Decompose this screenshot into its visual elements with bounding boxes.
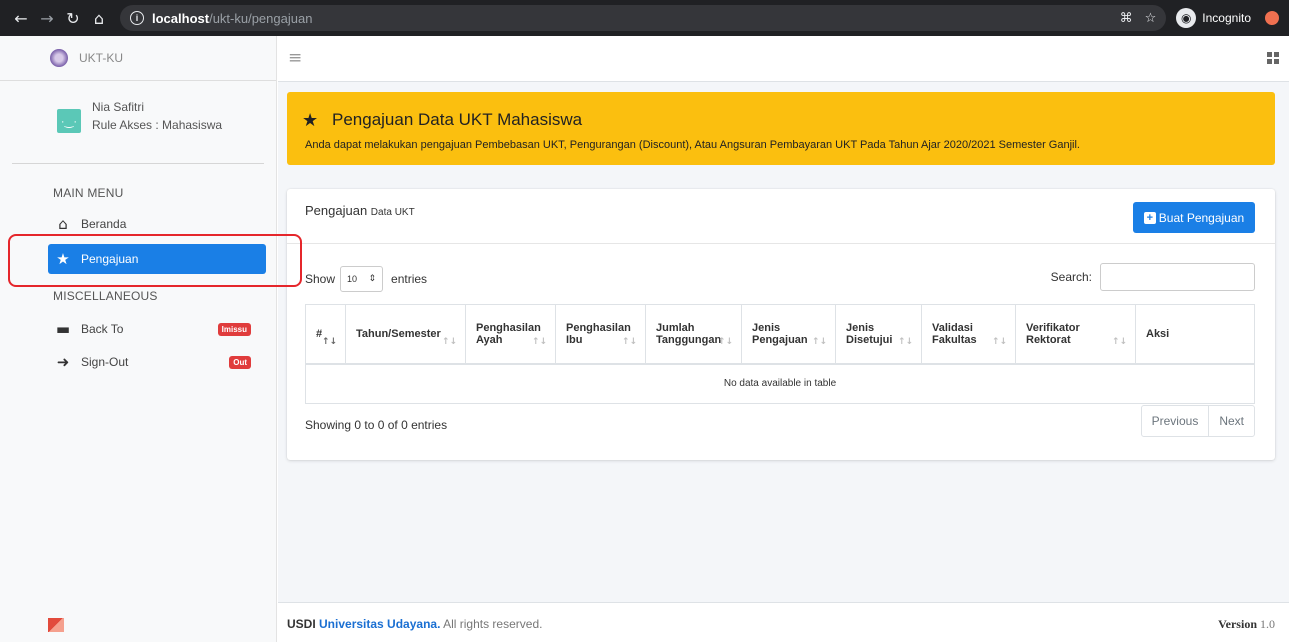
extension-icon[interactable] — [1265, 11, 1279, 25]
hamburger-menu-icon[interactable]: ≡ — [288, 48, 302, 68]
column-header-jenis-disetujui[interactable]: Jenis Disetujui ↑↓ — [835, 304, 922, 365]
content-wrapper: ★ Pengajuan Data UKT Mahasiswa Anda dapa… — [278, 82, 1289, 602]
sort-icon: ↑↓ — [717, 336, 733, 347]
version-number: 1.0 — [1260, 617, 1275, 631]
brand-link[interactable]: UKT-KU — [0, 36, 276, 81]
footer-university-link[interactable]: Universitas Udayana. — [319, 617, 440, 631]
footer-org: USDI — [287, 617, 316, 631]
version-label: Version — [1218, 617, 1257, 631]
sort-icon: ↑↓ — [441, 336, 457, 347]
sign-out-icon: ➜ — [56, 353, 70, 371]
main-menu-header: MAIN MENU — [53, 186, 124, 200]
sort-icon: ↑↓ — [991, 336, 1007, 347]
sort-icon: ↑↓ — [531, 336, 547, 347]
column-header-verifikator-rektorat[interactable]: Verifikator Rektorat ↑↓ — [1015, 304, 1136, 365]
plus-square-icon: + — [1143, 211, 1156, 224]
column-header-jumlah-tanggungan[interactable]: Jumlah Tanggungan ↑↓ — [645, 304, 742, 365]
keyboard-icon: ▬ — [55, 320, 71, 338]
column-header-jenis-pengajuan[interactable]: Jenis Pengajuan ↑↓ — [741, 304, 836, 365]
url-host: localhost — [152, 10, 210, 26]
sidebar-item-sign-out[interactable]: ➜ Sign-Out Out — [48, 347, 266, 377]
annotation-highlight-box — [8, 234, 302, 287]
alert-title: Pengajuan Data UKT Mahasiswa — [332, 110, 583, 129]
pagination: Previous Next — [1140, 405, 1255, 437]
sidebar-item-label: Back To — [81, 322, 124, 336]
card-title: Pengajuan Data UKT — [305, 203, 415, 218]
create-submission-button[interactable]: + Buat Pengajuan — [1133, 202, 1255, 233]
previous-button[interactable]: Previous — [1142, 406, 1209, 436]
footer: USDI Universitas Udayana. All rights res… — [278, 602, 1289, 642]
university-logo-icon — [50, 49, 68, 67]
footer-version: Version 1.0 — [1218, 617, 1275, 632]
url-path: /ukt-ku/pengajuan — [209, 10, 313, 26]
translate-icon[interactable]: ⌘ — [1120, 11, 1133, 26]
incognito-icon: ◉ — [1176, 8, 1197, 28]
next-button[interactable]: Next — [1208, 406, 1254, 436]
sort-icon: ↑↓ — [1111, 336, 1127, 347]
browser-toolbar: ← → ↻ ⌂ i localhost/ukt-ku/pengajuan ⌘ ☆… — [0, 0, 1289, 36]
footer-copyright: USDI Universitas Udayana. All rights res… — [287, 617, 542, 631]
select-arrows-icon: ⇕ — [368, 274, 377, 284]
address-bar[interactable]: i localhost/ukt-ku/pengajuan ⌘ ☆ — [120, 5, 1167, 31]
imissu-badge: Imissu — [217, 322, 251, 336]
column-header-tahun-semester[interactable]: Tahun/Semester ↑↓ — [345, 304, 466, 365]
card-title-main: Pengajuan — [305, 203, 368, 218]
brand-title: UKT-KU — [79, 51, 124, 65]
sidebar: UKT-KU ·‿· Nia Safitri Rule Akses : Maha… — [0, 36, 277, 642]
search-input[interactable] — [1100, 263, 1255, 291]
entries-select[interactable]: 10 ⇕ — [340, 266, 384, 292]
footer-rights: All rights reserved. — [443, 617, 543, 631]
column-header-penghasilan-ayah[interactable]: Penghasilan Ayah ↑↓ — [465, 304, 556, 365]
column-header-number[interactable]: # ↑↓ — [305, 304, 346, 365]
sidebar-item-back-to[interactable]: ▬ Back To Imissu — [48, 314, 266, 344]
column-header-penghasilan-ibu[interactable]: Penghasilan Ibu ↑↓ — [555, 304, 646, 365]
create-submission-label: Buat Pengajuan — [1158, 210, 1245, 225]
sidebar-item-label: Beranda — [81, 217, 127, 231]
sort-icon: ↑↓ — [811, 336, 827, 347]
out-badge: Out — [229, 355, 251, 369]
card-header: Pengajuan Data UKT + Buat Pengajuan — [287, 189, 1275, 244]
empty-table-message: No data available in table — [305, 363, 1255, 404]
incognito-label: Incognito — [1202, 11, 1251, 25]
home-browser-icon[interactable]: ⌂ — [86, 9, 112, 28]
alert-text: Anda dapat melakukan pengajuan Pembebasa… — [305, 139, 1080, 151]
show-label: Show — [305, 272, 336, 286]
reload-icon[interactable]: ↻ — [60, 9, 86, 28]
star-icon: ★ — [302, 110, 319, 131]
search-label: Search: — [1050, 270, 1092, 284]
card-title-small: Data UKT — [370, 207, 415, 218]
submissions-table: # ↑↓ Tahun/Semester ↑↓ Penghasilan Ayah ↑↓ P… — [305, 304, 1255, 404]
column-header-aksi[interactable]: Aksi — [1135, 304, 1255, 365]
table-row: No data available in table — [305, 363, 1255, 404]
forward-arrow-icon[interactable]: → — [34, 9, 60, 28]
top-navbar: ≡ — [278, 36, 1289, 82]
entries-label: entries — [391, 272, 428, 286]
user-panel: ·‿· Nia Safitri Rule Akses : Mahasiswa — [12, 81, 264, 164]
table-header-row: # ↑↓ Tahun/Semester ↑↓ Penghasilan Ayah ↑↓ P… — [305, 304, 1255, 365]
incognito-indicator[interactable]: ◉ Incognito — [1176, 8, 1251, 28]
sidebar-item-label: Sign-Out — [81, 355, 129, 369]
bookmark-star-icon[interactable]: ☆ — [1145, 11, 1157, 26]
app-corner-logo-icon — [48, 618, 64, 632]
table-search: Search: — [1051, 263, 1255, 291]
column-header-validasi-fakultas[interactable]: Validasi Fakultas ↑↓ — [921, 304, 1016, 365]
info-alert: ★ Pengajuan Data UKT Mahasiswa Anda dapa… — [287, 92, 1275, 165]
entries-length-control: Show 10 ⇕ entries — [305, 266, 427, 292]
table-info: Showing 0 to 0 of 0 entries — [305, 418, 448, 432]
sort-asc-icon: ↑↓ — [321, 336, 337, 347]
sort-icon: ↑↓ — [897, 336, 913, 347]
site-info-icon[interactable]: i — [130, 11, 144, 25]
sort-icon: ↑↓ — [621, 336, 637, 347]
apps-grid-icon[interactable] — [1267, 52, 1279, 64]
user-name[interactable]: Nia Safitri — [92, 100, 144, 114]
miscellaneous-header: MISCELLANEOUS — [53, 289, 158, 303]
user-role: Rule Akses : Mahasiswa — [92, 118, 223, 132]
submission-card: Pengajuan Data UKT + Buat Pengajuan Show… — [287, 189, 1275, 460]
entries-select-value: 10 — [347, 274, 358, 284]
home-icon: ⌂ — [58, 215, 68, 233]
avatar: ·‿· — [57, 109, 81, 133]
back-arrow-icon[interactable]: ← — [8, 9, 34, 28]
